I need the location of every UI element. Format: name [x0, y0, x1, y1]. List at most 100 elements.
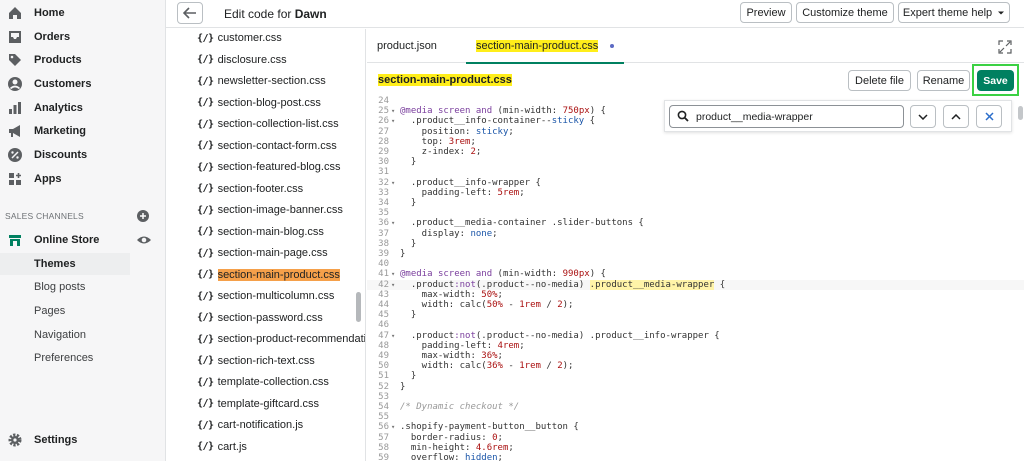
nav-sub-preferences[interactable]: Preferences: [0, 347, 130, 369]
nav-item-home[interactable]: Home: [0, 2, 166, 24]
file-item[interactable]: {/}section-product-recommendations.css: [197, 330, 365, 348]
code-line[interactable]: 52}: [367, 382, 1024, 392]
file-item[interactable]: {/} section-featured-blog.css: [197, 158, 340, 176]
nav-item-orders[interactable]: Orders: [0, 26, 166, 48]
code-line[interactable]: 58 min-height: 4.6rem;: [367, 443, 1024, 453]
code-line[interactable]: 31: [367, 167, 1024, 177]
code-line[interactable]: 49 max-width: 36%;: [367, 351, 1024, 361]
code-line[interactable]: 56 ▾ .shopify-payment-button__button {: [367, 422, 1024, 432]
close-find-button[interactable]: [976, 105, 1002, 128]
nav-sub-blog-posts[interactable]: Blog posts: [0, 276, 130, 298]
file-item[interactable]: {/} newsletter-section.css: [197, 72, 326, 90]
back-button[interactable]: [177, 2, 203, 24]
code-line[interactable]: 53: [367, 392, 1024, 402]
code-line[interactable]: 57 border-radius: 0;: [367, 433, 1024, 443]
customize-theme-button[interactable]: Customize theme: [796, 2, 894, 23]
code-line[interactable]: 37 display: none;: [367, 229, 1024, 239]
fold-caret-icon[interactable]: ▾: [391, 178, 395, 188]
code-line[interactable]: 30 }: [367, 157, 1024, 167]
tab-section-main-product-css[interactable]: section-main-product.css: [466, 29, 625, 64]
code-line[interactable]: 43 max-width: 50%;: [367, 290, 1024, 300]
code-line[interactable]: 29 z-index: 2;: [367, 147, 1024, 157]
code-line[interactable]: 50 width: calc(36% - 1rem / 2);: [367, 361, 1024, 371]
file-item[interactable]: {/} cart.js: [197, 438, 247, 456]
code-scrollbar[interactable]: [1018, 106, 1023, 120]
fold-caret-icon[interactable]: ▾: [391, 422, 395, 432]
file-item[interactable]: {/} section-password.css: [197, 309, 323, 327]
code-line[interactable]: 35: [367, 208, 1024, 218]
save-button[interactable]: Save: [977, 70, 1014, 91]
code-line[interactable]: 59 overflow: hidden;: [367, 453, 1024, 461]
nav-item-apps[interactable]: Apps: [0, 168, 166, 190]
fold-caret-icon[interactable]: ▾: [391, 269, 395, 279]
nav-item-settings[interactable]: Settings: [0, 429, 166, 451]
fold-caret-icon[interactable]: ▾: [391, 106, 395, 116]
code-line[interactable]: 44 width: calc(50% - 1rem / 2);: [367, 300, 1024, 310]
rename-button[interactable]: Rename: [917, 70, 970, 91]
file-item[interactable]: {/} template-collection.css: [197, 373, 329, 391]
find-previous-button[interactable]: [943, 105, 969, 128]
code-line[interactable]: 28 top: 3rem;: [367, 137, 1024, 147]
line-code: }: [400, 371, 417, 382]
line-code: }: [400, 381, 406, 392]
file-item[interactable]: {/} disclosure.css: [197, 51, 287, 69]
nav-sub-pages[interactable]: Pages: [0, 300, 130, 322]
file-item[interactable]: {/} template-giftcard.css: [197, 395, 319, 413]
file-list-scrollbar[interactable]: [356, 292, 361, 322]
code-line[interactable]: 40: [367, 259, 1024, 269]
code-line[interactable]: 51 }: [367, 371, 1024, 381]
expand-icon[interactable]: [998, 40, 1012, 54]
line-code: border-radius: 0;: [400, 432, 503, 443]
nav-item-customers[interactable]: Customers: [0, 73, 166, 95]
code-line[interactable]: 33 padding-left: 5rem;: [367, 188, 1024, 198]
file-item[interactable]: {/} section-main-page.css: [197, 244, 328, 262]
file-item[interactable]: {/} section-main-blog.css: [197, 223, 324, 241]
code-line[interactable]: 39}: [367, 249, 1024, 259]
file-item[interactable]: {/} section-multicolumn.css: [197, 287, 334, 305]
code-line[interactable]: 34 }: [367, 198, 1024, 208]
code-line[interactable]: 41 ▾ @media screen and (min-width: 990px) …: [367, 269, 1024, 279]
file-item[interactable]: {/} section-main-product.css: [197, 266, 340, 284]
line-code: @media screen and (min-width: 750px) {: [400, 106, 606, 117]
code-editor[interactable]: 24 25 ▾ @media screen and (min-width: 750px…: [367, 96, 1024, 461]
code-line[interactable]: 32 ▾ .product__info-wrapper {: [367, 178, 1024, 188]
nav-item-products[interactable]: Products: [0, 49, 166, 71]
nav-item-marketing[interactable]: Marketing: [0, 120, 166, 142]
file-item[interactable]: {/} section-collection-list.css: [197, 115, 339, 133]
code-line[interactable]: 46: [367, 320, 1024, 330]
code-line[interactable]: 36 ▾ .product__media-container .slider-bu…: [367, 218, 1024, 228]
nav-sub-navigation[interactable]: Navigation: [0, 324, 130, 346]
code-line[interactable]: 47 ▾ .product:not(.product--no-media) .pr…: [367, 331, 1024, 341]
line-code: }: [400, 249, 406, 259]
file-item[interactable]: {/} section-rich-text.css: [197, 352, 315, 370]
file-item[interactable]: {/} section-footer.css: [197, 180, 303, 198]
fold-caret-icon[interactable]: ▾: [391, 218, 395, 228]
fold-caret-icon[interactable]: ▾: [391, 116, 395, 126]
code-line[interactable]: 45 }: [367, 310, 1024, 320]
expert-help-button[interactable]: Expert theme help: [898, 2, 1010, 23]
fold-caret-icon[interactable]: ▾: [391, 331, 395, 341]
file-item[interactable]: {/} section-blog-post.css: [197, 94, 321, 112]
code-line[interactable]: 42 ▾ .product:not(.product--no-media) .pr…: [367, 279, 1024, 290]
eye-icon[interactable]: [136, 233, 152, 247]
file-item[interactable]: {/} cart-notification.js: [197, 416, 303, 434]
nav-sub-themes[interactable]: Themes: [0, 253, 130, 275]
find-next-button[interactable]: [910, 105, 936, 128]
editor-tabs: product.json section-main-product.css: [367, 29, 1024, 64]
code-line[interactable]: 54 /* Dynamic checkout */: [367, 402, 1024, 412]
line-number: 34: [378, 198, 389, 208]
code-line[interactable]: 38 }: [367, 239, 1024, 249]
code-line[interactable]: 48 padding-left: 4rem;: [367, 341, 1024, 351]
add-channel-icon[interactable]: [136, 209, 150, 223]
file-item[interactable]: {/} section-contact-form.css: [197, 137, 337, 155]
fold-caret-icon[interactable]: ▾: [391, 280, 395, 290]
file-item[interactable]: {/} customer.css: [197, 29, 282, 47]
tab-product-json[interactable]: product.json: [377, 29, 437, 63]
nav-item-analytics[interactable]: Analytics: [0, 97, 166, 119]
delete-file-button[interactable]: Delete file: [848, 70, 911, 91]
file-item[interactable]: {/} section-image-banner.css: [197, 201, 343, 219]
preview-button[interactable]: Preview: [740, 2, 792, 23]
nav-item-discounts[interactable]: Discounts: [0, 144, 166, 166]
find-input[interactable]: product__media-wrapper: [669, 105, 904, 128]
code-line[interactable]: 55: [367, 412, 1024, 422]
